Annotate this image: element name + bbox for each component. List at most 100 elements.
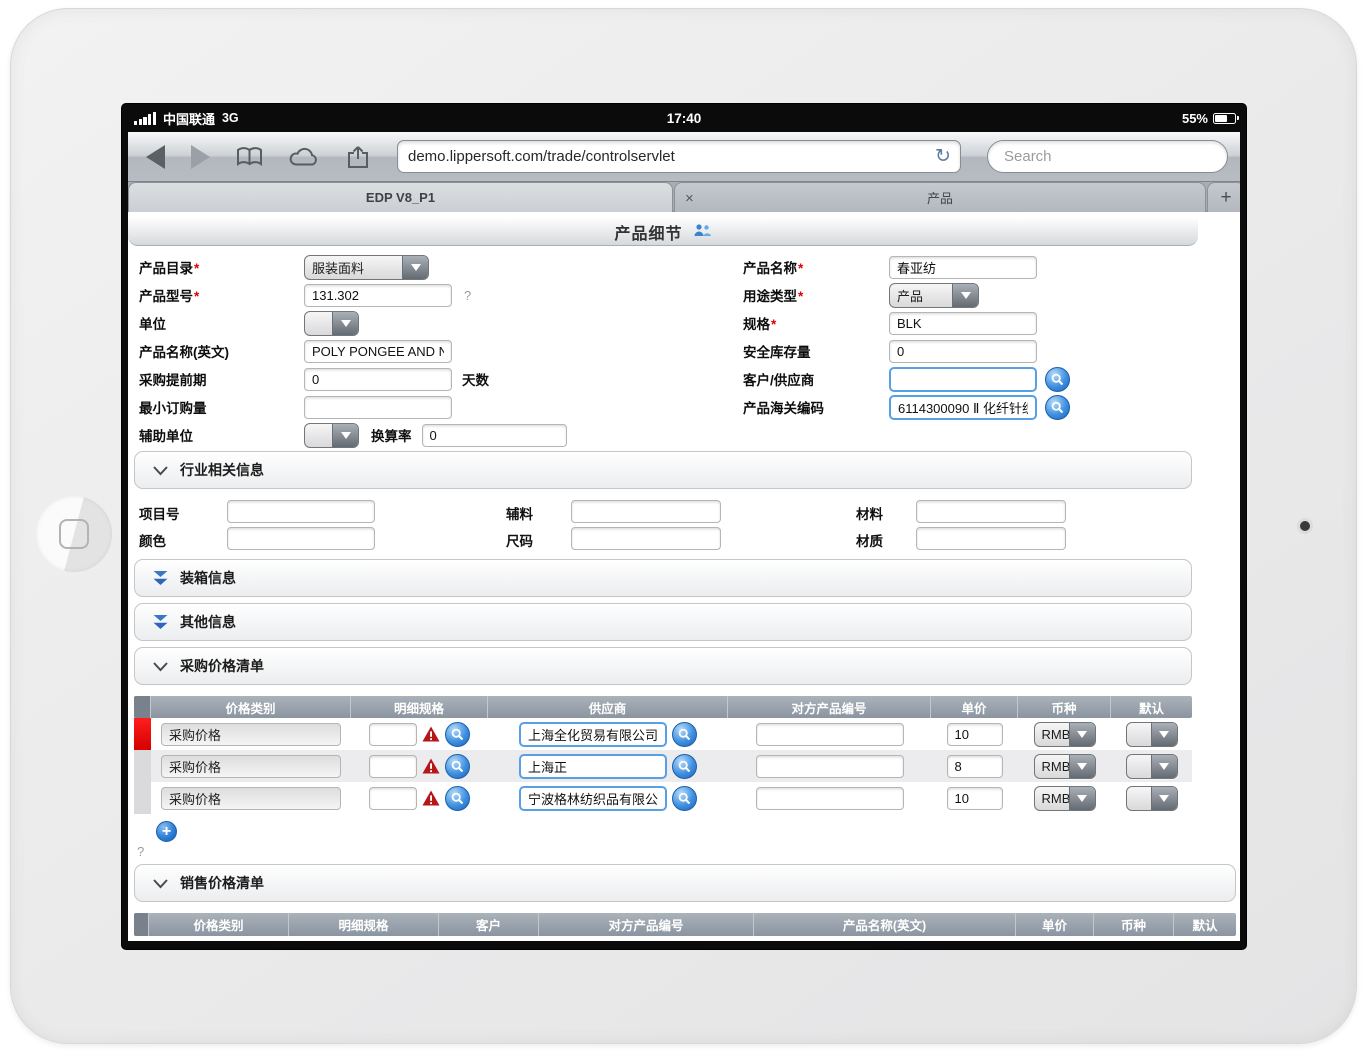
partner-code-input[interactable] [756,787,904,810]
product-name-label: 产品名称* [743,257,889,277]
section-other-info[interactable]: 其他信息 [134,603,1192,641]
col-customer: 客户 [439,913,539,936]
partner-input[interactable] [889,367,1037,392]
currency-select[interactable]: RMB [1034,754,1096,779]
chevron-down-icon [1151,723,1177,746]
forward-button-disabled[interactable] [191,145,210,169]
hs-code-search-button[interactable] [1045,395,1070,420]
safety-stock-input[interactable] [889,340,1037,363]
detail-spec-input[interactable] [369,723,417,746]
help-icon: ? [137,844,144,859]
col-detail-spec: 明细规格 [351,696,488,718]
product-name-input[interactable] [889,256,1037,279]
size-input[interactable] [571,527,721,550]
partner-label: 客户/供应商 [743,369,889,389]
default-select[interactable] [1126,754,1178,779]
price-type-input[interactable] [161,723,341,746]
reload-icon[interactable]: ↻ [926,147,960,166]
row-selector[interactable] [134,782,151,814]
new-tab-button[interactable]: + [1207,182,1240,212]
page-content: 产品细节 产品目录* 服装面料 [128,212,1240,941]
section-purchase-prices[interactable]: 采购价格清单 [134,647,1192,685]
color-input[interactable] [227,527,375,550]
supplier-input[interactable] [519,722,667,747]
supplier-search-button[interactable] [672,786,697,811]
home-button[interactable] [36,496,112,572]
detail-spec-search-button[interactable] [445,786,470,811]
row-selected-indicator [134,718,151,750]
chevron-expanded-icon [152,661,169,672]
detail-spec-search-button[interactable] [445,754,470,779]
price-type-input[interactable] [161,787,341,810]
aux-unit-select[interactable] [304,423,359,448]
url-bar[interactable]: ↻ [397,140,961,173]
lead-time-input[interactable] [304,368,452,391]
project-no-input[interactable] [227,500,375,523]
url-input[interactable] [398,148,926,165]
purchase-table-header: 价格类别 明细规格 供应商 对方产品编号 单价 币种 默认 [134,696,1192,718]
section-industry-info[interactable]: 行业相关信息 [134,451,1192,489]
catalog-select[interactable]: 服装面料 [304,255,429,280]
warning-icon [422,790,440,806]
default-select[interactable] [1126,722,1178,747]
col-product-name-en: 产品名称(英文) [754,913,1016,936]
spec-input[interactable] [889,312,1037,335]
unit-price-input[interactable] [947,787,1003,810]
tab-close-icon[interactable]: × [685,183,694,213]
min-order-input[interactable] [304,396,452,419]
currency-select[interactable]: RMB [1034,786,1096,811]
detail-spec-input[interactable] [369,787,417,810]
col-default: 默认 [1174,913,1236,936]
row-selector[interactable] [134,718,151,750]
back-button[interactable] [146,145,165,169]
row-selector[interactable] [134,750,151,782]
share-icon[interactable] [346,145,371,169]
section-sales-prices[interactable]: 销售价格清单 [134,864,1236,902]
section-packing-title: 装箱信息 [180,568,236,588]
browser-toolbar: ↻ [128,132,1240,182]
col-unit-price: 单价 [931,696,1018,718]
tab-active[interactable]: EDP V8_P1 [128,182,673,212]
screen: 中国联通 3G 17:40 55% [122,104,1246,949]
texture-label: 材质 [856,530,883,550]
search-input[interactable] [988,148,1227,165]
supplier-search-button[interactable] [672,754,697,779]
aux-unit-label: 辅助单位 [139,425,304,445]
material-input[interactable] [916,500,1066,523]
search-bar[interactable] [987,140,1228,173]
unit-price-input[interactable] [947,723,1003,746]
partner-code-input[interactable] [756,755,904,778]
section-packing-info[interactable]: 装箱信息 [134,559,1192,597]
unit-label: 单位 [139,313,304,333]
page-title-bar: 产品细节 [128,219,1198,246]
purchase-price-table: 价格类别 明细规格 供应商 对方产品编号 单价 币种 默认 [134,696,1192,814]
usage-type-select[interactable]: 产品 [889,283,979,308]
supplier-input[interactable] [519,754,667,779]
bookmarks-icon[interactable] [236,146,263,168]
detail-spec-search-button[interactable] [445,722,470,747]
supplier-search-button[interactable] [672,722,697,747]
price-type-input[interactable] [161,755,341,778]
supplier-input[interactable] [519,786,667,811]
accessory-label: 辅料 [506,503,533,523]
icloud-tabs-icon[interactable] [289,146,320,167]
conversion-rate-input[interactable] [422,424,567,447]
default-select[interactable] [1126,786,1178,811]
detail-spec-input[interactable] [369,755,417,778]
texture-input[interactable] [916,527,1066,550]
name-en-input[interactable] [304,340,452,363]
accessory-input[interactable] [571,500,721,523]
tab-background[interactable]: × 产品 [674,182,1206,212]
hs-code-input[interactable] [889,395,1037,420]
partner-code-input[interactable] [756,723,904,746]
warning-icon [422,726,440,742]
add-row-button[interactable]: + [156,821,177,842]
row-selector-header [134,913,149,936]
partner-search-button[interactable] [1045,367,1070,392]
unit-select[interactable] [304,311,359,336]
page-title: 产品细节 [614,220,682,244]
section-purchase-title: 采购价格清单 [180,656,264,676]
model-input[interactable] [304,284,452,307]
unit-price-input[interactable] [947,755,1003,778]
currency-select[interactable]: RMB [1034,722,1096,747]
